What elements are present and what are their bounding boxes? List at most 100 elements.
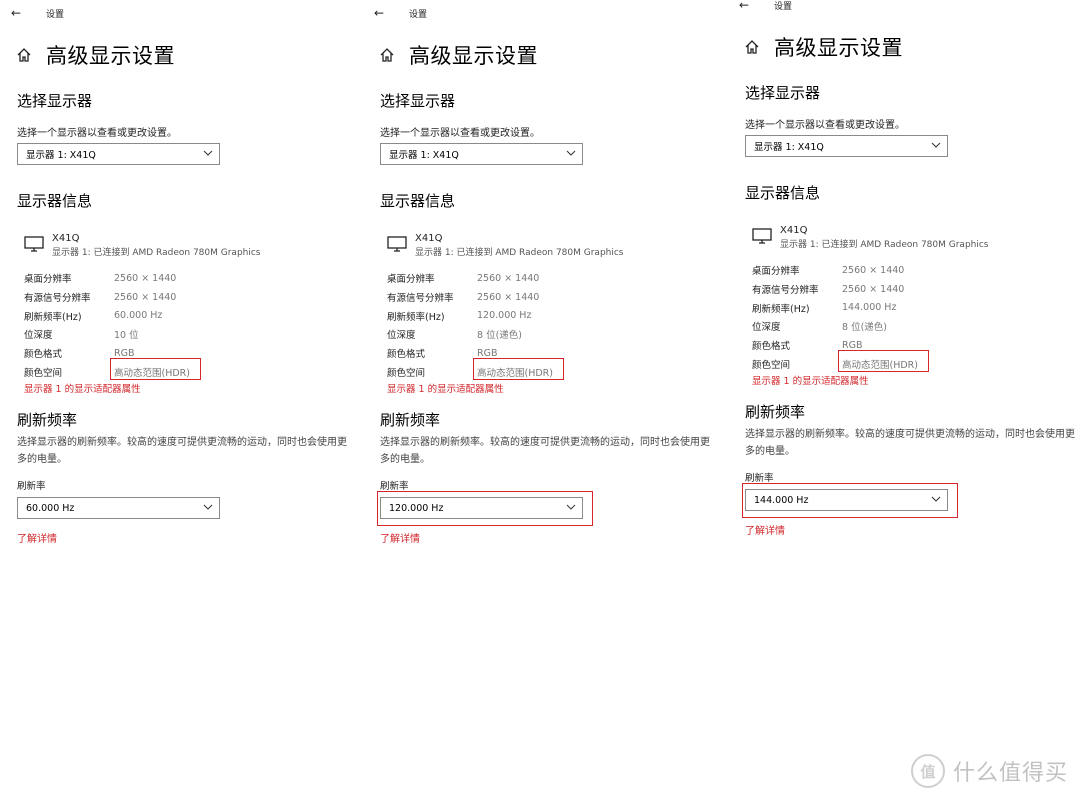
monitor-info: X41Q 显示器 1: 已连接到 AMD Radeon 780M Graphic… xyxy=(752,225,989,250)
page-title-text: 高级显示设置 xyxy=(774,36,903,60)
hdr-highlight-box xyxy=(473,358,564,380)
info-row-bit-depth: 位深度 8 位(递色) xyxy=(752,317,918,336)
smzdm-logo-icon: 值 xyxy=(910,754,945,788)
display-select-value: 显示器 1: X41Q xyxy=(389,150,459,161)
info-row-active-resolution: 有源信号分辨率 2560 × 1440 xyxy=(24,288,190,307)
info-value: 2560 × 1440 xyxy=(842,283,905,295)
chevron-down-icon xyxy=(566,504,576,510)
info-label: 颜色空间 xyxy=(24,367,63,379)
info-label: 桌面分辨率 xyxy=(752,266,800,278)
select-display-heading: 选择显示器 xyxy=(380,92,456,110)
info-value: RGB xyxy=(114,347,135,359)
info-label: 有源信号分辨率 xyxy=(752,285,819,297)
refresh-rate-value: 144.000 Hz xyxy=(754,494,809,506)
refresh-rate-value: 120.000 Hz xyxy=(389,502,444,514)
window-title: 设置 xyxy=(46,9,65,20)
info-value: 2560 × 1440 xyxy=(477,272,540,284)
display-info-heading: 显示器信息 xyxy=(17,192,93,210)
monitor-info: X41Q 显示器 1: 已连接到 AMD Radeon 780M Graphic… xyxy=(24,233,261,258)
display-select-value: 显示器 1: X41Q xyxy=(26,150,96,161)
refresh-rate-label: 刷新率 xyxy=(745,473,774,484)
info-label: 刷新频率(Hz) xyxy=(387,311,445,323)
select-display-hint: 选择一个显示器以查看或更改设置。 xyxy=(17,128,177,139)
back-arrow-icon[interactable]: ← xyxy=(371,5,387,21)
window-title: 设置 xyxy=(774,1,793,12)
info-label: 颜色格式 xyxy=(752,341,791,353)
info-value: 2560 × 1440 xyxy=(842,264,905,276)
info-value: 120.000 Hz xyxy=(477,310,532,322)
monitor-icon xyxy=(24,236,44,252)
info-row-desktop-resolution: 桌面分辨率 2560 × 1440 xyxy=(24,269,190,288)
info-value: 8 位(递色) xyxy=(477,330,522,342)
title-bar: ← 设置 xyxy=(371,5,427,21)
select-display-hint: 选择一个显示器以查看或更改设置。 xyxy=(380,128,540,139)
monitor-icon xyxy=(387,236,407,252)
display-info-heading: 显示器信息 xyxy=(745,184,821,202)
select-display-heading: 选择显示器 xyxy=(745,84,821,102)
info-label: 位深度 xyxy=(24,330,53,342)
display-select[interactable]: 显示器 1: X41Q xyxy=(380,143,583,165)
page-title: 高级显示设置 xyxy=(744,32,903,62)
info-value: RGB xyxy=(477,347,498,359)
adapter-properties-link[interactable]: 显示器 1 的显示适配器属性 xyxy=(387,381,504,395)
info-row-desktop-resolution: 桌面分辨率 2560 × 1440 xyxy=(752,261,918,280)
adapter-properties-link[interactable]: 显示器 1 的显示适配器属性 xyxy=(752,373,869,387)
display-info-heading: 显示器信息 xyxy=(380,192,456,210)
info-label: 颜色格式 xyxy=(387,349,426,361)
refresh-heading: 刷新频率 xyxy=(745,403,806,421)
settings-panel-144hz: ← 设置 高级显示设置 选择显示器 选择一个显示器以查看或更改设置。 显示器 1… xyxy=(728,0,1075,552)
info-row-refresh-rate: 刷新频率(Hz) 120.000 Hz xyxy=(387,306,553,325)
refresh-rate-select[interactable]: 60.000 Hz xyxy=(17,497,220,519)
display-select[interactable]: 显示器 1: X41Q xyxy=(17,143,220,165)
monitor-name: X41Q xyxy=(415,233,443,244)
monitor-icon xyxy=(752,228,772,244)
home-icon[interactable] xyxy=(379,47,395,63)
window-title: 设置 xyxy=(409,9,428,20)
monitor-name: X41Q xyxy=(52,233,80,244)
info-label: 位深度 xyxy=(752,322,781,334)
info-value: 2560 × 1440 xyxy=(114,272,177,284)
display-select[interactable]: 显示器 1: X41Q xyxy=(745,135,948,157)
page-title-text: 高级显示设置 xyxy=(46,44,175,68)
display-select-value: 显示器 1: X41Q xyxy=(754,142,824,153)
watermark-text: 什么值得买 xyxy=(952,761,1068,786)
home-icon[interactable] xyxy=(16,47,32,63)
monitor-connection: 显示器 1: 已连接到 AMD Radeon 780M Graphics xyxy=(52,248,261,258)
info-label: 颜色空间 xyxy=(387,367,426,379)
refresh-heading: 刷新频率 xyxy=(17,411,78,429)
adapter-properties-link[interactable]: 显示器 1 的显示适配器属性 xyxy=(24,381,141,395)
refresh-rate-select[interactable]: 144.000 Hz xyxy=(745,489,948,511)
watermark: 值 什么值得买 xyxy=(910,754,1068,788)
refresh-rate-select[interactable]: 120.000 Hz xyxy=(380,497,583,519)
home-icon[interactable] xyxy=(744,39,760,55)
settings-panel-120hz: ← 设置 高级显示设置 选择显示器 选择一个显示器以查看或更改设置。 显示器 1… xyxy=(363,0,710,560)
info-value: RGB xyxy=(842,339,863,351)
learn-more-link[interactable]: 了解详情 xyxy=(745,522,785,537)
page-title: 高级显示设置 xyxy=(16,40,175,70)
info-row-desktop-resolution: 桌面分辨率 2560 × 1440 xyxy=(387,269,553,288)
info-value: 144.000 Hz xyxy=(842,302,897,314)
learn-more-link[interactable]: 了解详情 xyxy=(17,530,57,545)
chevron-down-icon xyxy=(203,504,213,510)
refresh-description: 选择显示器的刷新频率。较高的速度可提供更流畅的运动，同时也会使用更多的电量。 xyxy=(17,437,347,465)
info-value: 8 位(递色) xyxy=(842,322,887,334)
info-label: 位深度 xyxy=(387,330,416,342)
info-label: 桌面分辨率 xyxy=(24,274,72,286)
refresh-description: 选择显示器的刷新频率。较高的速度可提供更流畅的运动，同时也会使用更多的电量。 xyxy=(745,429,1075,457)
title-bar: ← 设置 xyxy=(736,0,792,13)
chevron-down-icon xyxy=(566,150,576,156)
refresh-heading: 刷新频率 xyxy=(380,411,441,429)
info-value: 2560 × 1440 xyxy=(114,291,177,303)
info-row-bit-depth: 位深度 10 位 xyxy=(24,325,190,344)
info-label: 有源信号分辨率 xyxy=(387,293,454,305)
refresh-rate-value: 60.000 Hz xyxy=(26,502,75,514)
back-arrow-icon[interactable]: ← xyxy=(8,5,24,21)
back-arrow-icon[interactable]: ← xyxy=(736,0,752,13)
learn-more-link[interactable]: 了解详情 xyxy=(380,530,420,545)
info-label: 刷新频率(Hz) xyxy=(752,303,810,315)
hdr-highlight-box xyxy=(838,350,929,372)
hdr-highlight-box xyxy=(110,358,201,380)
chevron-down-icon xyxy=(931,496,941,502)
select-display-heading: 选择显示器 xyxy=(17,92,93,110)
select-display-hint: 选择一个显示器以查看或更改设置。 xyxy=(745,120,905,131)
